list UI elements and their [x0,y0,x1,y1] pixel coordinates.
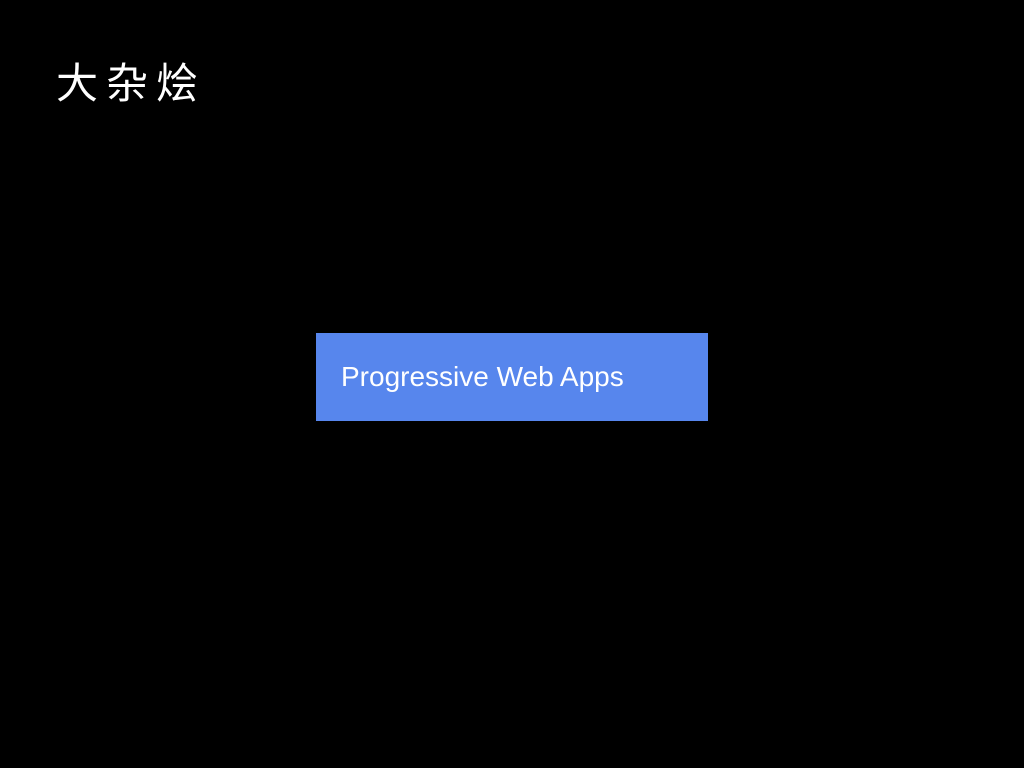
slide: 大杂烩 Progressive Web Apps [0,0,1024,768]
pwa-banner: Progressive Web Apps [316,333,708,421]
slide-title: 大杂烩 [56,59,207,108]
pwa-banner-label: Progressive Web Apps [341,361,624,392]
